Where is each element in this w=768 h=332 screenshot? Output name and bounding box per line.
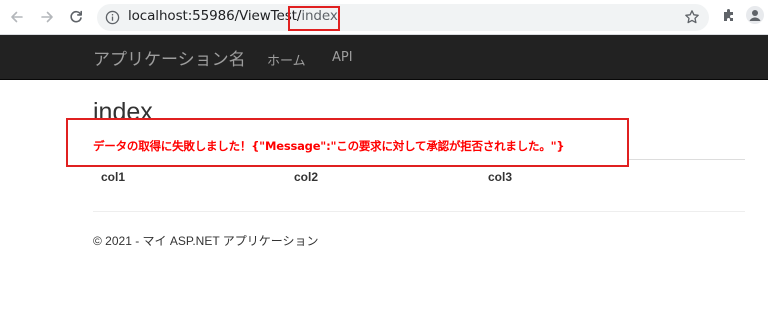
url-highlight-box [288,6,340,31]
error-message: データの取得に失敗しました！{"Message":"この要求に対して承認が拒否さ… [93,139,565,153]
footer-divider [93,211,745,212]
info-icon[interactable] [105,10,120,25]
url-host: localhost:55986/ViewTest/ [128,8,302,24]
back-button[interactable] [6,6,28,28]
reload-icon [70,10,82,23]
person-icon[interactable] [746,6,764,24]
footer-text: © 2021 - マイ ASP.NET アプリケーション [93,234,319,248]
table-top-rule [629,159,745,160]
browser-toolbar: localhost:55986/ViewTest/index [0,0,768,35]
table-header-col2: col2 [294,170,319,184]
forward-button[interactable] [36,6,58,28]
puzzle-icon[interactable] [721,7,737,23]
address-bar[interactable]: localhost:55986/ViewTest/index [97,4,709,31]
nav-link-api[interactable]: API [332,50,353,65]
app-navbar: アプリケーション名 ホーム API [0,35,768,80]
navbar-brand[interactable]: アプリケーション名 [93,45,246,70]
reload-button[interactable] [65,6,87,28]
arrow-left-icon [11,11,23,23]
table-header-col1: col1 [101,170,126,184]
star-icon[interactable] [684,9,700,25]
arrow-right-icon [41,11,53,23]
nav-link-home[interactable]: ホーム [267,50,306,69]
table-header-col3: col3 [488,170,513,184]
